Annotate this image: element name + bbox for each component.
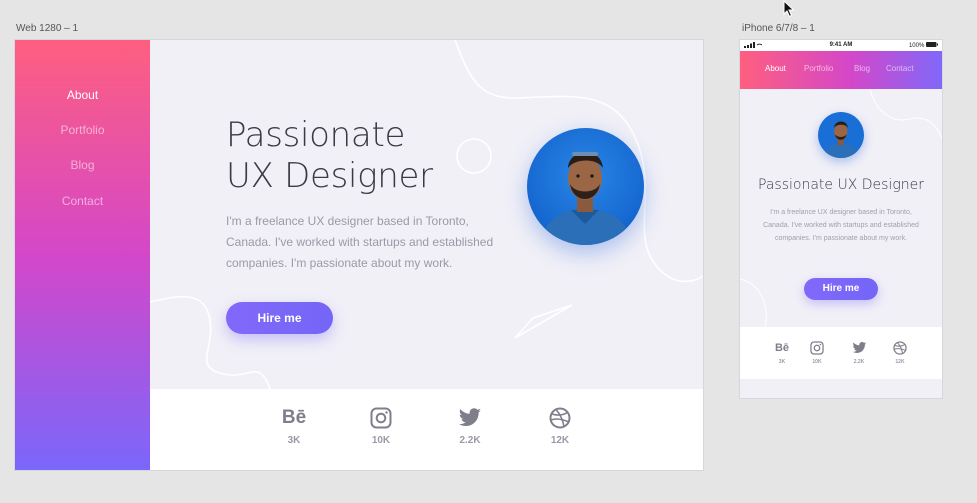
social-twitter[interactable]: 2.2K [450, 407, 490, 446]
nav-about[interactable]: About [765, 64, 786, 73]
nav-blog[interactable]: Blog [854, 64, 870, 73]
avatar [818, 112, 864, 158]
mouse-cursor-icon [783, 0, 795, 18]
behance-icon: Bē [774, 342, 790, 354]
social-twitter[interactable]: 2.2K [847, 341, 871, 365]
instagram-icon [370, 407, 392, 429]
twitter-icon [458, 408, 481, 426]
dribbble-count: 12K [550, 435, 570, 446]
portrait-image [527, 128, 644, 245]
hire-me-button[interactable]: Hire me [226, 302, 333, 334]
nav-blog[interactable]: Blog [15, 158, 150, 172]
top-nav-bar: About Portfolio Blog Contact [740, 51, 942, 89]
web-artboard[interactable]: About Portfolio Blog Contact Passionate … [15, 40, 703, 470]
battery-indicator: 100% [909, 42, 938, 49]
social-bar: Bē 3K 10K 2.2K 12K [150, 389, 703, 470]
nav-portfolio[interactable]: Portfolio [804, 64, 833, 73]
instagram-count: 10K [812, 359, 822, 365]
instagram-icon [810, 341, 824, 355]
instagram-count: 10K [371, 435, 391, 446]
battery-percent: 100% [908, 43, 925, 49]
social-behance[interactable]: Bē 3K [770, 341, 794, 365]
phone-artboard[interactable]: 9:41 AM 100% About Portfolio Blog Contac… [740, 40, 942, 398]
phone-artboard-label[interactable]: iPhone 6/7/8 – 1 [742, 23, 815, 34]
bio-text: I'm a freelance UX designer based in Tor… [226, 214, 494, 270]
web-artboard-label[interactable]: Web 1280 – 1 [16, 23, 78, 34]
sidebar: About Portfolio Blog Contact [15, 40, 150, 470]
battery-icon [926, 42, 938, 47]
status-bar: 9:41 AM 100% [740, 40, 942, 51]
twitter-icon [852, 341, 866, 353]
page-title: Passionate UX Designer [758, 177, 924, 193]
behance-count: 3K [778, 359, 786, 365]
page-title: Passionate UX Designer [226, 115, 433, 197]
nav-about[interactable]: About [15, 88, 150, 102]
dribbble-count: 12K [895, 359, 905, 365]
social-behance[interactable]: Bē 3K [274, 407, 314, 446]
hire-me-button[interactable]: Hire me [804, 278, 878, 300]
avatar [527, 128, 644, 245]
twitter-count: 2.2K [853, 359, 865, 365]
nav-contact[interactable]: Contact [886, 64, 914, 73]
bio-text: I'm a freelance UX designer based in Tor… [763, 209, 919, 242]
social-dribbble[interactable]: 12K [540, 407, 580, 446]
social-instagram[interactable]: 10K [805, 341, 829, 365]
nav-contact[interactable]: Contact [15, 194, 150, 208]
nav-portfolio[interactable]: Portfolio [15, 123, 150, 137]
headline-line-1: Passionate [226, 115, 406, 155]
social-dribbble[interactable]: 12K [888, 341, 912, 365]
behance-count: 3K [287, 435, 301, 446]
portrait-image [818, 112, 864, 158]
social-bar: Bē 3K 10K 2.2K 12K [740, 327, 942, 379]
twitter-count: 2.2K [459, 435, 481, 446]
social-instagram[interactable]: 10K [361, 407, 401, 446]
behance-icon: Bē [281, 407, 307, 428]
dribbble-icon [893, 341, 907, 355]
headline-line-2: UX Designer [226, 156, 433, 196]
dribbble-icon [549, 407, 571, 429]
